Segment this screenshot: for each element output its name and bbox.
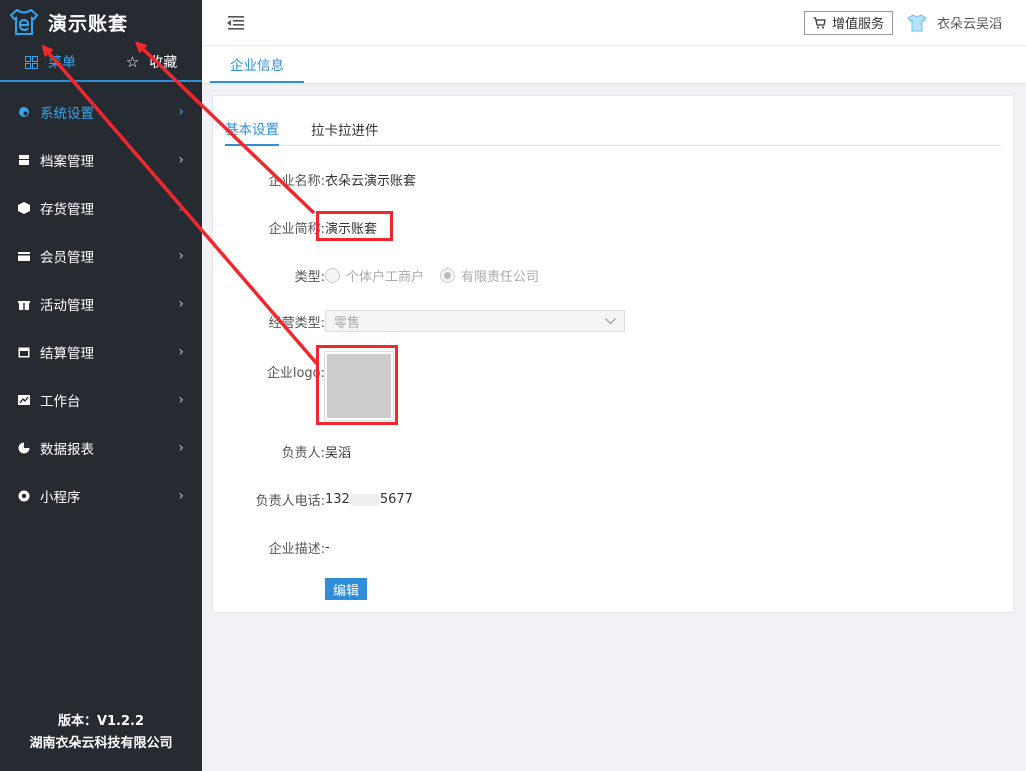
row-phone: 负责人电话: 132 5677: [213, 490, 1013, 509]
brand-title: 演示账套: [48, 12, 129, 35]
sidebar-item-activities[interactable]: 活动管理 ›: [0, 280, 202, 328]
avatar-shirt-icon: [907, 13, 927, 31]
chevron-right-icon: ›: [178, 248, 184, 264]
value-added-services-label: 增值服务: [831, 17, 884, 32]
value-added-services-button[interactable]: 增值服务: [803, 10, 893, 35]
owner-value: 吴滔: [325, 446, 352, 461]
chevron-right-icon: ›: [178, 344, 184, 360]
phone-label: 负责人电话:: [255, 494, 325, 509]
star-icon: ☆: [125, 53, 140, 71]
gift-icon: [18, 301, 30, 310]
box-icon: [18, 202, 30, 214]
sidebar-item-members[interactable]: 会员管理 ›: [0, 232, 202, 280]
sidebar-item-label: 工作台: [40, 394, 81, 410]
row-business-type: 经营类型: 零售: [213, 310, 1013, 332]
sidebar-item-inventory[interactable]: 存货管理 ›: [0, 184, 202, 232]
company-name-value: 衣朵云演示账套: [325, 174, 417, 189]
phone-mask: [350, 493, 379, 506]
type-label: 类型:: [294, 270, 325, 285]
calendar-icon: [18, 347, 30, 358]
sidebar-menu: 系统设置 › 档案管理 › 存货管理 › 会员管理 › 活动管理 › 结算管理 …: [0, 88, 202, 520]
annotation-box-logo: [316, 345, 398, 425]
company-text: 湖南衣朵云科技有限公司: [29, 736, 173, 751]
sidebar-item-label: 结算管理: [40, 346, 94, 362]
page-tabs: 企业信息: [202, 46, 1026, 83]
side-tab-favorites[interactable]: ☆ 收藏: [101, 44, 202, 80]
sidebar-item-archives[interactable]: 档案管理 ›: [0, 136, 202, 184]
sidebar-item-label: 数据报表: [40, 442, 94, 458]
chevron-right-icon: ›: [178, 104, 184, 120]
user-menu[interactable]: 衣朵云吴滔: [907, 13, 1002, 32]
header: 增值服务 衣朵云吴滔: [202, 0, 1026, 46]
radio-llc[interactable]: 有限责任公司: [440, 266, 539, 285]
sidebar-item-label: 会员管理: [40, 250, 94, 266]
sidebar-item-workbench[interactable]: 工作台 ›: [0, 376, 202, 424]
chevron-right-icon: ›: [178, 488, 184, 504]
tab-company-info[interactable]: 企业信息: [210, 46, 304, 83]
sidebar-item-mini-program[interactable]: 小程序 ›: [0, 472, 202, 520]
sidebar-footer: 版本：V1.2.2 湖南衣朵云科技有限公司: [0, 711, 202, 755]
version-text: 版本：V1.2.2: [57, 714, 145, 729]
sidebar-item-system-settings[interactable]: 系统设置 ›: [0, 88, 202, 136]
chevron-right-icon: ›: [178, 152, 184, 168]
business-type-select[interactable]: 零售: [325, 310, 625, 332]
chevron-down-icon: [605, 317, 616, 324]
radio-individual-dot: [325, 268, 340, 283]
short-name-label: 企业简称:: [268, 222, 325, 237]
business-type-label: 经营类型:: [268, 315, 325, 331]
description-label: 企业描述:: [268, 542, 325, 557]
radio-individual-label: 个体户工商户: [346, 270, 425, 285]
sidebar: 演示账套 菜单 ☆ 收藏 系统设置 › 档案管理 › 存货管理 › 会员管理 ›…: [0, 0, 202, 771]
edit-button[interactable]: 编辑: [325, 578, 368, 600]
row-owner: 负责人: 吴滔: [213, 442, 1013, 461]
row-actions: 编辑: [213, 578, 1013, 600]
sidebar-tabs: 菜单 ☆ 收藏: [0, 44, 202, 82]
row-company-name: 企业名称: 衣朵云演示账套: [213, 170, 1013, 189]
radio-llc-dot: [440, 268, 456, 283]
tab-lakala-onboarding[interactable]: 拉卡拉进件: [311, 112, 379, 146]
sidebar-item-label: 档案管理: [40, 154, 94, 170]
menu-collapse-icon[interactable]: [224, 15, 246, 31]
side-tab-menu[interactable]: 菜单: [0, 44, 101, 80]
description-value: -: [325, 540, 330, 555]
company-name-label: 企业名称:: [268, 174, 325, 189]
chevron-right-icon: ›: [178, 200, 184, 216]
side-tab-label: 菜单: [48, 55, 76, 71]
pie-icon: [18, 442, 30, 454]
annotation-box-short-name: [316, 211, 393, 241]
inner-tabs: 基本设置 拉卡拉进件: [225, 112, 1001, 146]
link-icon: [18, 490, 30, 502]
brand-logo-icon: [9, 8, 39, 35]
phone-value: 132 5677: [325, 492, 413, 507]
archive-icon: [19, 155, 29, 165]
sidebar-item-reports[interactable]: 数据报表 ›: [0, 424, 202, 472]
phone-prefix: 132: [325, 492, 350, 507]
chevron-right-icon: ›: [178, 440, 184, 456]
row-type: 类型: 个体户工商户 有限责任公司: [213, 266, 1013, 285]
user-name: 衣朵云吴滔: [936, 17, 1002, 32]
business-type-value: 零售: [334, 315, 361, 331]
brand: 演示账套: [0, 0, 202, 44]
sidebar-item-label: 系统设置: [40, 106, 94, 122]
logo-label: 企业logo:: [266, 366, 325, 381]
side-tab-label: 收藏: [149, 55, 178, 71]
tab-basic-settings[interactable]: 基本设置: [225, 112, 279, 146]
cart-icon: [813, 16, 826, 28]
phone-suffix: 5677: [379, 492, 413, 507]
card-icon: [18, 252, 30, 261]
radio-llc-label: 有限责任公司: [461, 270, 540, 285]
header-right: 增值服务 衣朵云吴滔: [803, 10, 1026, 35]
chevron-right-icon: ›: [178, 296, 184, 312]
sidebar-item-label: 存货管理: [40, 202, 94, 218]
sidebar-item-label: 活动管理: [40, 298, 94, 314]
settings-icon: [19, 107, 29, 117]
sidebar-item-label: 小程序: [40, 490, 81, 506]
row-description: 企业描述: -: [213, 538, 1013, 557]
chart-icon: [18, 395, 30, 405]
chevron-right-icon: ›: [178, 392, 184, 408]
grid-icon: [25, 55, 38, 69]
sidebar-item-settlement[interactable]: 结算管理 ›: [0, 328, 202, 376]
owner-label: 负责人:: [281, 446, 325, 461]
radio-individual[interactable]: 个体户工商户: [325, 266, 424, 285]
